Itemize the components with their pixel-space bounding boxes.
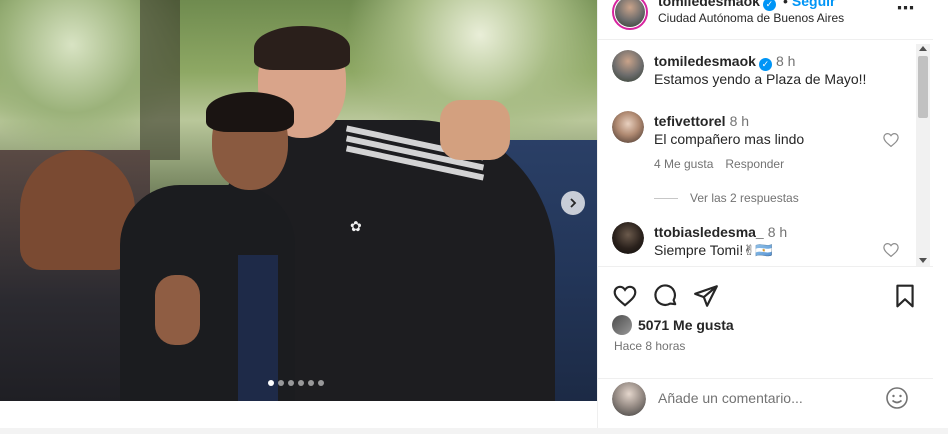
post-actions: 5071 Me gusta Hace 8 horas	[598, 266, 934, 378]
comment-username[interactable]: ttobiasledesma_ 8 h	[654, 224, 787, 240]
photo-peace-hand	[155, 275, 200, 345]
add-comment-bar	[598, 378, 934, 428]
carousel-dot	[288, 380, 294, 386]
carousel-dot	[308, 380, 314, 386]
chevron-right-icon	[570, 198, 577, 208]
post-side-panel: tomiledesmaok ✓ • Seguir Ciudad Autónoma d…	[597, 0, 934, 428]
photo-boy-hair	[206, 92, 294, 132]
emoji-icon[interactable]	[885, 386, 909, 410]
comment-like-heart-icon[interactable]	[882, 131, 900, 149]
carousel-dot	[298, 380, 304, 386]
comment-time: 8 h	[767, 224, 788, 240]
comment-username-text: ttobiasledesma_	[654, 224, 764, 240]
scrollbar-thumb[interactable]	[918, 56, 928, 118]
follow-separator: •	[783, 0, 788, 9]
scroll-down-arrow-icon[interactable]	[919, 258, 927, 263]
comment-username-text: tefivettorel	[654, 113, 726, 129]
post-photo[interactable]: ✿	[0, 0, 597, 401]
carousel-indicator	[268, 380, 324, 386]
comment-meta: 4 Me gusta Responder	[654, 157, 784, 171]
likes-count[interactable]: 5071 Me gusta	[638, 317, 734, 333]
carousel-dot	[318, 380, 324, 386]
more-options-icon[interactable]: ⋯	[894, 0, 918, 18]
photo-peace-hand	[440, 100, 510, 160]
post-timestamp[interactable]: Hace 8 horas	[614, 339, 685, 353]
post-location[interactable]: Ciudad Autónoma de Buenos Aires	[658, 11, 844, 25]
view-replies-label: Ver las 2 respuestas	[690, 191, 799, 205]
liker-avatar	[612, 315, 632, 335]
author-avatar[interactable]	[612, 0, 648, 30]
comment-avatar[interactable]	[612, 111, 644, 143]
carousel-next-button[interactable]	[561, 191, 585, 215]
current-user-avatar	[612, 382, 646, 416]
view-replies-button[interactable]: Ver las 2 respuestas	[654, 191, 799, 205]
scroll-up-arrow-icon[interactable]	[919, 46, 927, 51]
comment-text: El compañero mas lindo	[654, 131, 805, 147]
follow-label: Seguir	[791, 0, 836, 9]
carousel-dot	[268, 380, 274, 386]
caption-avatar[interactable]	[612, 50, 644, 82]
verified-badge-icon: ✓	[758, 58, 772, 71]
verified-badge-icon: ✓	[762, 0, 776, 11]
comment-like-heart-icon[interactable]	[882, 241, 900, 259]
heart-icon[interactable]	[612, 283, 638, 309]
author-username-text: tomiledesmaok	[658, 0, 760, 9]
replies-divider	[654, 197, 678, 199]
comment-icon[interactable]	[653, 283, 679, 309]
photo-tree	[140, 0, 180, 160]
comments-scrollbar[interactable]	[916, 44, 930, 266]
comment-like-count[interactable]: 4 Me gusta	[654, 157, 713, 171]
author-username[interactable]: tomiledesmaok ✓	[658, 0, 776, 11]
caption-text: Estamos yendo a Plaza de Mayo!!	[654, 71, 867, 87]
page-bottom-bar	[0, 428, 948, 434]
comment-reply-button[interactable]: Responder	[725, 157, 784, 171]
comment-avatar[interactable]	[612, 222, 644, 254]
caption-time: 8 h	[775, 53, 796, 69]
comment-text: Siempre Tomi!✌🇦🇷	[654, 242, 773, 258]
comment-username[interactable]: tefivettorel 8 h	[654, 113, 749, 129]
photo-shirt-logo: ✿	[350, 218, 362, 234]
add-comment-input[interactable]	[658, 387, 878, 409]
post-header: tomiledesmaok ✓ • Seguir Ciudad Autónoma d…	[598, 0, 934, 40]
likes-summary[interactable]: 5071 Me gusta	[612, 315, 734, 335]
follow-button[interactable]: • Seguir	[783, 0, 835, 9]
caption-username-text: tomiledesmaok	[654, 53, 756, 69]
comments-list[interactable]: tomiledesmaok ✓ 8 h Estamos yendo a Plaza …	[598, 40, 934, 266]
bookmark-icon[interactable]	[892, 283, 918, 309]
share-icon[interactable]	[693, 283, 719, 309]
page-right-margin	[933, 0, 948, 434]
caption-username[interactable]: tomiledesmaok ✓ 8 h	[654, 53, 795, 71]
photo-crowd-person	[20, 150, 135, 270]
carousel-dot	[278, 380, 284, 386]
comment-time: 8 h	[729, 113, 750, 129]
photo-man-hair	[254, 26, 350, 70]
